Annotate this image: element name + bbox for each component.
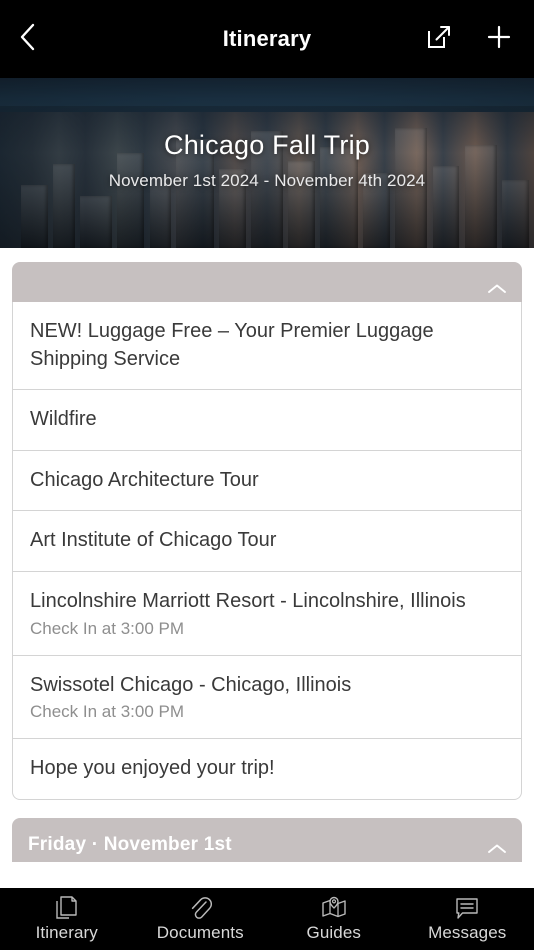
map-pin-icon <box>320 895 348 921</box>
list-item[interactable]: Swissotel Chicago - Chicago, Illinois Ch… <box>13 656 521 740</box>
documents-stack-icon <box>55 895 79 921</box>
day-section-card: Friday · November 1st <box>12 817 522 862</box>
list-item[interactable]: NEW! Luggage Free – Your Premier Luggage… <box>13 302 521 391</box>
bottom-tab-bar: Itinerary Documents Guides Messages <box>0 888 534 950</box>
list-item-subtitle: Check In at 3:00 PM <box>30 618 185 638</box>
list-item-subtitle: Check In at 3:00 PM <box>30 702 185 722</box>
tab-label: Guides <box>306 923 361 942</box>
list-item[interactable]: Art Institute of Chicago Tour <box>13 511 521 572</box>
list-item[interactable]: Chicago Architecture Tour <box>13 451 521 512</box>
list-item[interactable]: Hope you enjoyed your trip! <box>13 739 521 799</box>
list-item-title: Lincolnshire Marriott Resort - Lincolnsh… <box>30 589 466 612</box>
card-header-toggle[interactable] <box>12 262 522 302</box>
trip-hero-banner: Chicago Fall Trip November 1st 2024 - No… <box>0 78 534 248</box>
list-item-title: Wildfire <box>30 408 97 431</box>
external-link-icon <box>425 23 453 56</box>
nav-actions <box>422 22 516 56</box>
plus-icon <box>485 23 513 56</box>
trip-title: Chicago Fall Trip <box>164 130 370 160</box>
hero-text-block: Chicago Fall Trip November 1st 2024 - No… <box>0 130 534 191</box>
tab-guides[interactable]: Guides <box>267 888 401 950</box>
list-item-title: Swissotel Chicago - Chicago, Illinois <box>30 673 352 696</box>
chevron-up-icon <box>486 282 508 296</box>
itinerary-card: NEW! Luggage Free – Your Premier Luggage… <box>12 262 522 800</box>
list-item[interactable]: Wildfire <box>13 390 521 451</box>
card-row-list: NEW! Luggage Free – Your Premier Luggage… <box>12 302 522 800</box>
chevron-up-icon <box>486 842 508 856</box>
list-item[interactable]: Lincolnshire Marriott Resort - Lincolnsh… <box>13 572 521 656</box>
day-section-header-toggle[interactable]: Friday · November 1st <box>12 817 522 862</box>
list-item-title: Chicago Architecture Tour <box>30 468 259 491</box>
tab-label: Messages <box>428 923 507 942</box>
itinerary-scroll-area[interactable]: NEW! Luggage Free – Your Premier Luggage… <box>0 248 534 888</box>
message-bubble-icon <box>454 895 480 921</box>
tab-label: Documents <box>156 923 244 942</box>
chevron-left-icon <box>18 22 36 57</box>
tab-messages[interactable]: Messages <box>401 888 534 950</box>
top-navigation-bar: Itinerary <box>0 0 534 78</box>
paperclip-icon <box>188 895 213 921</box>
back-button[interactable] <box>18 17 58 61</box>
day-section-title: Friday · November 1st <box>28 833 232 855</box>
list-item-title: NEW! Luggage Free – Your Premier Luggage… <box>30 320 434 370</box>
share-button[interactable] <box>422 22 456 56</box>
list-item-title: Art Institute of Chicago Tour <box>30 529 277 552</box>
list-item-title: Hope you enjoyed your trip! <box>30 757 275 780</box>
trip-date-range: November 1st 2024 - November 4th 2024 <box>108 171 426 190</box>
add-button[interactable] <box>482 22 516 56</box>
tab-itinerary[interactable]: Itinerary <box>0 888 134 950</box>
tab-documents[interactable]: Documents <box>134 888 268 950</box>
tab-label: Itinerary <box>35 923 98 942</box>
